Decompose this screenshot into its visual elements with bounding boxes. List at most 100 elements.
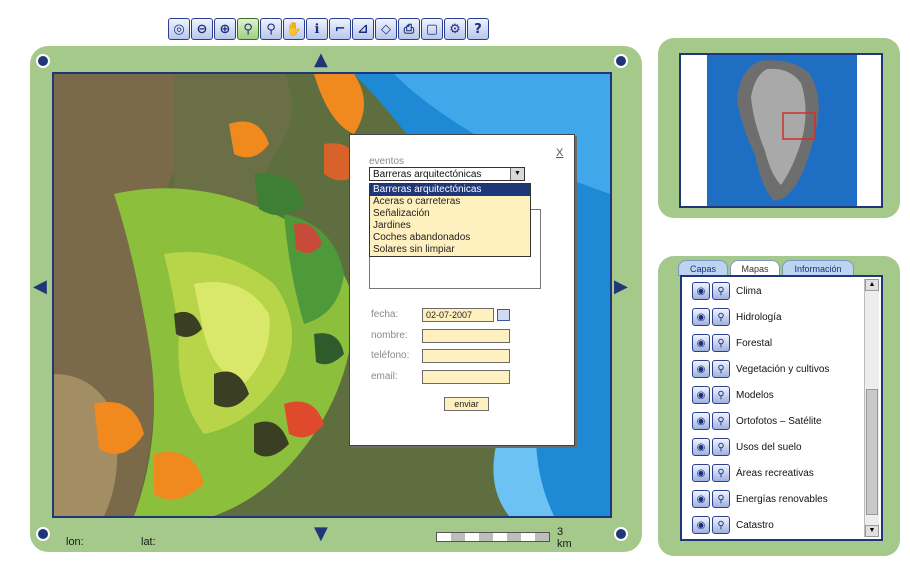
layer-item[interactable]: ◉ ⚲ Modelos bbox=[692, 385, 774, 405]
layer-visibility-icon[interactable]: ◉ bbox=[692, 516, 710, 534]
layer-label: Usos del suelo bbox=[736, 441, 802, 453]
layer-visibility-icon[interactable]: ◉ bbox=[692, 334, 710, 352]
layer-visibility-icon[interactable]: ◉ bbox=[692, 438, 710, 456]
layer-label: Áreas recreativas bbox=[736, 467, 814, 479]
corner-nw-icon[interactable] bbox=[36, 54, 50, 68]
layer-label: Ortofotos – Satélite bbox=[736, 415, 822, 427]
eraser-icon[interactable]: ◇ bbox=[375, 18, 397, 40]
calendar-icon[interactable] bbox=[497, 309, 510, 321]
layer-visibility-icon[interactable]: ◉ bbox=[692, 360, 710, 378]
layer-label: Modelos bbox=[736, 389, 774, 401]
layer-item[interactable]: ◉ ⚲ Clima bbox=[692, 281, 762, 301]
layer-zoom-icon[interactable]: ⚲ bbox=[712, 282, 730, 300]
layer-visibility-icon[interactable]: ◉ bbox=[692, 308, 710, 326]
scroll-down-icon[interactable]: ▼ bbox=[865, 525, 879, 537]
scroll-thumb[interactable] bbox=[866, 389, 878, 515]
name-label: nombre: bbox=[371, 330, 408, 341]
layer-label: Hidrología bbox=[736, 311, 782, 323]
phone-field[interactable] bbox=[422, 349, 510, 363]
layer-zoom-icon[interactable]: ⚲ bbox=[712, 490, 730, 508]
print-icon[interactable]: ⎙ bbox=[398, 18, 420, 40]
info-icon[interactable]: ℹ bbox=[306, 18, 328, 40]
tab-informacion[interactable]: Información bbox=[782, 260, 854, 276]
layer-label: Clima bbox=[736, 285, 762, 297]
layer-label: Vegetación y cultivos bbox=[736, 363, 830, 375]
layer-visibility-icon[interactable]: ◉ bbox=[692, 282, 710, 300]
zoom-in-icon[interactable]: ⚲ bbox=[237, 18, 259, 40]
send-button[interactable]: enviar bbox=[444, 397, 489, 411]
tab-mapas[interactable]: Mapas bbox=[730, 260, 780, 276]
help-icon[interactable]: ? bbox=[467, 18, 489, 40]
pan-north-icon[interactable]: ▲ bbox=[314, 51, 328, 69]
event-option[interactable]: Señalización bbox=[370, 208, 530, 220]
name-field[interactable] bbox=[422, 329, 510, 343]
measure-icon[interactable]: ⌐ bbox=[329, 18, 351, 40]
incident-form-dialog: X eventos Barreras arquitectónicas ▼ Bar… bbox=[349, 134, 575, 446]
area-icon[interactable]: ⊿ bbox=[352, 18, 374, 40]
layer-item[interactable]: ◉ ⚲ Usos del suelo bbox=[692, 437, 802, 457]
layer-visibility-icon[interactable]: ◉ bbox=[692, 490, 710, 508]
map-toolbar: ◎ ⊖ ⊕ ⚲ ⚲ ✋ ℹ ⌐ ⊿ ◇ ⎙ ▢ ⚙? bbox=[168, 18, 489, 44]
chevron-down-icon[interactable]: ▼ bbox=[510, 168, 524, 180]
window-icon[interactable]: ▢ bbox=[421, 18, 443, 40]
layer-visibility-icon[interactable]: ◉ bbox=[692, 412, 710, 430]
layer-item[interactable]: ◉ ⚲ Hidrología bbox=[692, 307, 782, 327]
layer-zoom-icon[interactable]: ⚲ bbox=[712, 334, 730, 352]
layer-item[interactable]: ◉ ⚲ Energías renovables bbox=[692, 489, 828, 509]
longitude-label: lon: bbox=[66, 536, 84, 548]
event-option[interactable]: Solares sin limpiar bbox=[370, 244, 530, 256]
event-select-value: Barreras arquitectónicas bbox=[373, 169, 482, 180]
settings-icon[interactable]: ⚙ bbox=[444, 18, 466, 40]
pan-west-icon[interactable]: ◀ bbox=[33, 278, 47, 296]
event-option[interactable]: Aceras o carreteras bbox=[370, 196, 530, 208]
pan-east-icon[interactable]: ▶ bbox=[614, 278, 628, 296]
layer-zoom-icon[interactable]: ⚲ bbox=[712, 308, 730, 326]
date-field[interactable]: 02-07-2007 bbox=[422, 308, 494, 322]
email-field[interactable] bbox=[422, 370, 510, 384]
layer-zoom-icon[interactable]: ⚲ bbox=[712, 360, 730, 378]
layer-item[interactable]: ◉ ⚲ Catastro bbox=[692, 515, 774, 535]
zoom-previous-icon[interactable]: ⊖ bbox=[191, 18, 213, 40]
layer-label: Forestal bbox=[736, 337, 773, 349]
pan-hand-icon[interactable]: ✋ bbox=[283, 18, 305, 40]
overview-canvas bbox=[681, 55, 881, 206]
full-extent-icon[interactable]: ◎ bbox=[168, 18, 190, 40]
event-option[interactable]: Jardines bbox=[370, 220, 530, 232]
overview-map[interactable] bbox=[679, 53, 883, 208]
zoom-next-icon[interactable]: ⊕ bbox=[214, 18, 236, 40]
event-option[interactable]: Coches abandonados bbox=[370, 232, 530, 244]
layer-zoom-icon[interactable]: ⚲ bbox=[712, 464, 730, 482]
layer-visibility-icon[interactable]: ◉ bbox=[692, 386, 710, 404]
close-button[interactable]: X bbox=[556, 147, 563, 159]
scale-value: 3 bbox=[557, 526, 564, 538]
layer-zoom-icon[interactable]: ⚲ bbox=[712, 516, 730, 534]
tab-capas[interactable]: Capas bbox=[678, 260, 728, 276]
event-option[interactable]: Barreras arquitectónicas bbox=[370, 184, 530, 196]
corner-se-icon[interactable] bbox=[614, 527, 628, 541]
layer-visibility-icon[interactable]: ◉ bbox=[692, 464, 710, 482]
latitude-label: lat: bbox=[141, 536, 156, 548]
zoom-out-icon[interactable]: ⚲ bbox=[260, 18, 282, 40]
scroll-up-icon[interactable]: ▲ bbox=[865, 279, 879, 291]
layer-zoom-icon[interactable]: ⚲ bbox=[712, 386, 730, 404]
layers-scrollbar[interactable]: ▲ ▼ bbox=[864, 279, 879, 537]
layer-item[interactable]: ◉ ⚲ Vegetación y cultivos bbox=[692, 359, 829, 379]
event-select[interactable]: Barreras arquitectónicas ▼ bbox=[369, 167, 525, 181]
layer-item[interactable]: ◉ ⚲ Forestal bbox=[692, 333, 772, 353]
layer-item[interactable]: ◉ ⚲ Ortofotos – Satélite bbox=[692, 411, 822, 431]
layer-label: Catastro bbox=[736, 519, 774, 531]
layer-zoom-icon[interactable]: ⚲ bbox=[712, 412, 730, 430]
layer-item[interactable]: ◉ ⚲ Áreas recreativas bbox=[692, 463, 814, 483]
layer-label: Energías renovables bbox=[736, 493, 828, 505]
layers-list: ▲ ▼ ◉ ⚲ Clima ◉ ⚲ Hidrología ◉ ⚲ Forestal ◉ ⚲ Veget… bbox=[680, 275, 883, 541]
events-label: eventos bbox=[369, 156, 405, 167]
date-label: fecha: bbox=[371, 309, 399, 320]
corner-sw-icon[interactable] bbox=[36, 527, 50, 541]
email-label: email: bbox=[371, 371, 398, 382]
phone-label: teléfono: bbox=[371, 350, 410, 361]
pan-south-icon[interactable]: ▼ bbox=[314, 525, 328, 543]
corner-ne-icon[interactable] bbox=[614, 54, 628, 68]
layer-zoom-icon[interactable]: ⚲ bbox=[712, 438, 730, 456]
scale-bar bbox=[436, 532, 550, 542]
scale-unit: km bbox=[557, 538, 572, 550]
